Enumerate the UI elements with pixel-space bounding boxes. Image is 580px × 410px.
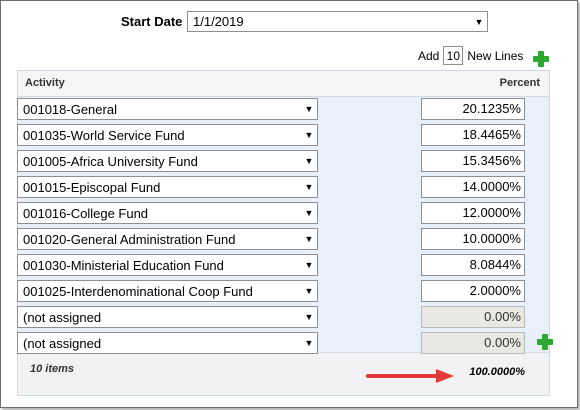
annotation-arrow-icon <box>366 369 454 383</box>
activity-select[interactable]: 001016-College Fund ▼ <box>17 202 318 224</box>
percent-input[interactable]: 20.1235% <box>421 98 525 120</box>
percent-input[interactable]: 2.0000% <box>421 280 525 302</box>
add-row-plus-icon[interactable] <box>537 334 553 350</box>
start-date-label: Start Date <box>121 14 183 29</box>
add-lines-plus-icon[interactable] <box>533 51 549 67</box>
add-label: Add <box>418 48 440 63</box>
percent-total: 100.0000% <box>469 366 525 378</box>
percent-input[interactable]: 14.0000% <box>421 176 525 198</box>
chevron-down-icon: ▼ <box>304 104 314 114</box>
percent-input[interactable]: 10.0000% <box>421 228 525 250</box>
activity-value: (not assigned <box>23 309 102 325</box>
activity-select[interactable]: 001005-Africa University Fund ▼ <box>17 150 318 172</box>
activity-select[interactable]: 001025-Interdenominational Coop Fund ▼ <box>17 280 318 302</box>
grid-footer: 10 items 100.0000% <box>18 352 549 395</box>
activity-value: 001030-Ministerial Education Fund <box>23 257 224 273</box>
activity-select[interactable]: 001035-World Service Fund ▼ <box>17 124 318 146</box>
chevron-down-icon: ▼ <box>304 260 314 270</box>
activity-value: 001025-Interdenominational Coop Fund <box>23 283 253 299</box>
activity-value: 001005-Africa University Fund <box>23 153 198 169</box>
activity-select[interactable]: 001015-Episcopal Fund ▼ <box>17 176 318 198</box>
new-lines-count-input[interactable]: 10 <box>443 46 464 65</box>
activity-select[interactable]: 001018-General ▼ <box>17 98 318 120</box>
activity-value: 001035-World Service Fund <box>23 127 185 143</box>
activity-select[interactable]: 001020-General Administration Fund ▼ <box>17 228 318 250</box>
chevron-down-icon: ▼ <box>304 286 314 296</box>
activity-value: 001020-General Administration Fund <box>23 231 236 247</box>
start-date-value: 1/1/2019 <box>193 14 244 29</box>
activity-select[interactable]: (not assigned ▼ <box>17 306 318 328</box>
add-lines-row: Add 10 New Lines <box>418 46 523 65</box>
activity-select[interactable]: (not assigned ▼ <box>17 332 318 354</box>
percent-input-disabled: 0.00% <box>421 306 525 328</box>
chevron-down-icon: ▼ <box>474 16 484 27</box>
start-date-select[interactable]: 1/1/2019 ▼ <box>187 11 488 32</box>
chevron-down-icon: ▼ <box>304 130 314 140</box>
chevron-down-icon: ▼ <box>304 234 314 244</box>
percent-input[interactable]: 8.0844% <box>421 254 525 276</box>
percent-input[interactable]: 18.4465% <box>421 124 525 146</box>
grid-header: Activity Percent <box>18 71 549 97</box>
chevron-down-icon: ▼ <box>304 312 314 322</box>
activity-select[interactable]: 001030-Ministerial Education Fund ▼ <box>17 254 318 276</box>
percent-input-disabled: 0.00% <box>421 332 525 354</box>
activity-value: 001018-General <box>23 101 117 117</box>
chevron-down-icon: ▼ <box>304 156 314 166</box>
item-count: 10 items <box>30 363 75 375</box>
chevron-down-icon: ▼ <box>304 208 314 218</box>
percent-input[interactable]: 15.3456% <box>421 150 525 172</box>
new-lines-label: New Lines <box>467 48 524 63</box>
chevron-down-icon: ▼ <box>304 182 314 192</box>
column-header-activity: Activity <box>25 77 65 89</box>
activity-value: (not assigned <box>23 335 102 351</box>
activity-value: 001016-College Fund <box>23 205 149 221</box>
percent-input[interactable]: 12.0000% <box>421 202 525 224</box>
activity-value: 001015-Episcopal Fund <box>23 179 161 195</box>
column-header-percent: Percent <box>499 77 540 89</box>
chevron-down-icon: ▼ <box>304 338 314 348</box>
